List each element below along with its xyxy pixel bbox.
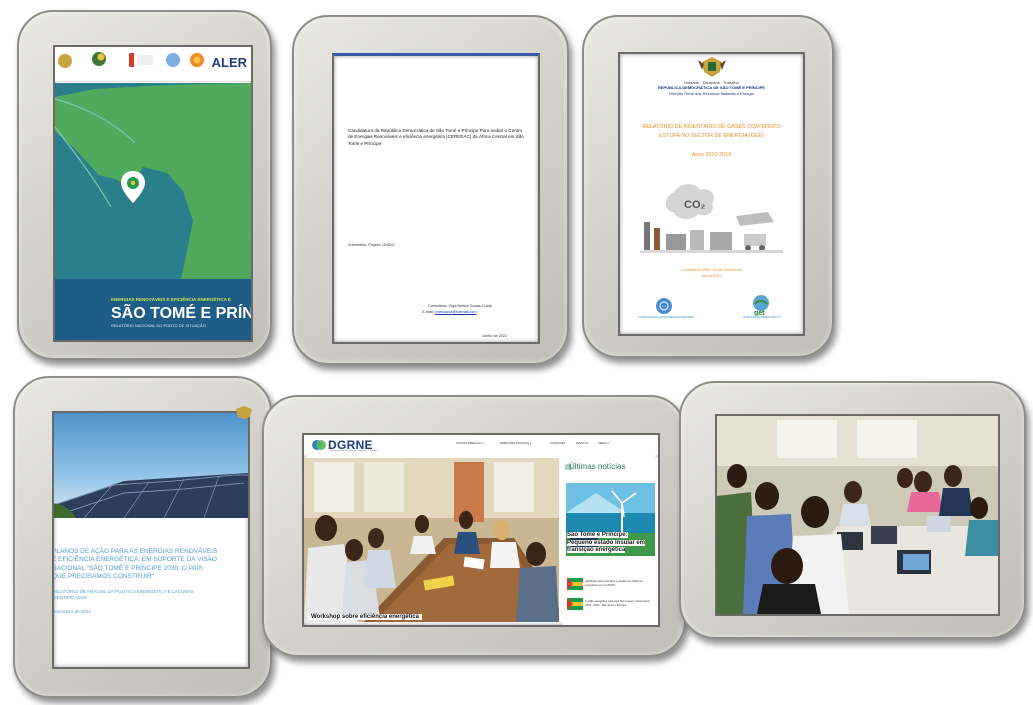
website-thumbnail-dgrne[interactable]: DGRNE Direcção Geral dos Recursos Natura… (262, 395, 686, 657)
consultant-name: Consultora: Giga Neilice Sousa Costa (428, 304, 492, 308)
news-item-1[interactable]: Validação para Inventário e análise de e… (585, 580, 651, 587)
report-title: PLANOS DE AÇÃO PARA AS ENERGIAS RENOVÁVE… (52, 548, 218, 581)
coat-of-arms-logo (58, 54, 72, 68)
workshop-photo[interactable] (304, 458, 559, 622)
latest-news-sidebar: ▤ Últimas notícias São Tomé e Príncipe: … (563, 458, 658, 625)
report-date: Dezembro de 2021 (52, 609, 92, 614)
meeting-room-scene (304, 458, 559, 622)
report-date: Junho 2021 (701, 273, 722, 278)
report-title-line2: ESTUFA NO SECTOR DE ENERGIA (GEE) (658, 133, 765, 139)
solar-panels-graphic (54, 473, 248, 563)
dgrne-website-screenshot: DGRNE Direcção Geral dos Recursos Natura… (302, 433, 660, 627)
coat-of-arms-icon (236, 406, 252, 419)
gee-report-cover: Unidade · Disciplina · Trabalho REPÚBLIC… (618, 52, 805, 336)
document-thumbnail-aler-report[interactable]: ALER ENERGIAS RENOVÁVEIS E EFICIÊNCIA EN… (17, 10, 272, 360)
report-title-line1: RELATÓRIO DE INVENTÁRIO DE GASES COM EFE… (642, 124, 781, 130)
africa-map-graphic (55, 83, 251, 297)
emissions-illustration: CO₂ (640, 184, 783, 253)
flag-icon (567, 578, 583, 590)
document-thumbnail-action-plans[interactable]: PLANOS DE AÇÃO PARA AS ENERGIAS RENOVÁVE… (13, 376, 272, 698)
dgrne-logo-icon (312, 440, 326, 450)
nav-areas[interactable]: ÁREAS ▾ (598, 442, 609, 445)
document-thumbnail-candidatura[interactable]: Candidatura da República Democrática de … (292, 15, 569, 365)
header-directorate: Direção Geral dos Recursos Naturais e En… (669, 91, 754, 96)
partner-logos (58, 52, 204, 68)
aler-logo-text: ALER (211, 55, 247, 70)
training-session-photo (715, 414, 1000, 616)
site-tagline: Direcção Geral dos Recursos Naturais e E… (330, 450, 378, 452)
co2-cloud-label: CO₂ (684, 199, 706, 211)
cover-tagline: RELATÓRIO NACIONAL DO PONTO DE SITUAÇÃO (111, 323, 206, 328)
partner-logos-bar: ALER (55, 47, 251, 82)
candidatura-document-page: Candidatura da República Democrática de … (332, 53, 540, 344)
featured-news-title[interactable]: São Tomé e Príncipe: Pequeno estado insu… (567, 532, 653, 555)
classroom-scene (717, 416, 998, 614)
submission-note: Submetido: Projeto: UNIDO (348, 243, 395, 247)
nav-eventos[interactable]: EVENTOS (576, 442, 588, 445)
gef-logo: get (753, 295, 769, 316)
photo-thumbnail-training[interactable] (679, 381, 1026, 639)
photo-caption[interactable]: Workshop sobre eficiência energética (308, 614, 422, 620)
consultant-email: E-mail: eneisousa@hotmail.com (422, 310, 477, 314)
document-thumbnail-gee-inventory[interactable]: Unidade · Disciplina · Trabalho REPÚBLIC… (582, 15, 834, 358)
solar-panel-photo (54, 413, 248, 563)
aler-report-cover: ALER ENERGIAS RENOVÁVEIS E EFICIÊNCIA EN… (53, 45, 253, 342)
email-link[interactable]: eneisousa@hotmail.com (435, 310, 477, 314)
cover-title: SÃO TOMÉ E PRÍNCIP (111, 305, 253, 322)
report-subtitle: RELATÓRIO DE ANÁLISE DA POLÍTICA ENERGÉT… (52, 589, 194, 600)
document-date: Junho de 2022 (482, 334, 508, 338)
header-country: REPÚBLICA DEMOCRÁTICA DE SÃO TOMÉ E PRÍN… (658, 85, 765, 90)
nav-a-nossa-direccao[interactable]: A NOSSA DIRECÇÃO ▾ (456, 442, 484, 445)
cereeac-logo (129, 53, 134, 67)
africa-map (55, 83, 251, 297)
document-title: Candidatura da República Democrática de … (348, 128, 524, 146)
coat-of-arms-icon (698, 57, 726, 77)
nav-direccoes-tecnicas[interactable]: DIRECÇÕES TÉCNICAS ▾ (500, 442, 531, 445)
site-header: DGRNE Direcção Geral dos Recursos Natura… (304, 435, 658, 455)
news-item-2[interactable]: A visão energética e Energia Renovável e… (585, 600, 651, 607)
un-logo (166, 53, 180, 67)
un-environment-logo (656, 298, 672, 314)
latest-news-heading: Últimas notícias (569, 462, 626, 471)
action-plans-cover: PLANOS DE AÇÃO PARA AS ENERGIAS RENOVÁVE… (52, 411, 250, 669)
report-years: Anos 2010-2019 (691, 152, 732, 158)
report-consultant: Consultora: MSc. Sónia Quaresma (680, 267, 743, 272)
gef-caption: GLOBAL ENVIRONMENT FACILITY (742, 316, 782, 319)
un-environment-caption: UNITED NATIONS ENVIRONMENT PROGRAMME (638, 316, 694, 319)
flag-icon (567, 598, 583, 610)
cover-subtitle: ENERGIAS RENOVÁVEIS E EFICIÊNCIA ENERGÉT… (111, 297, 231, 302)
nav-novidades[interactable]: NOVIDADES (550, 442, 565, 445)
